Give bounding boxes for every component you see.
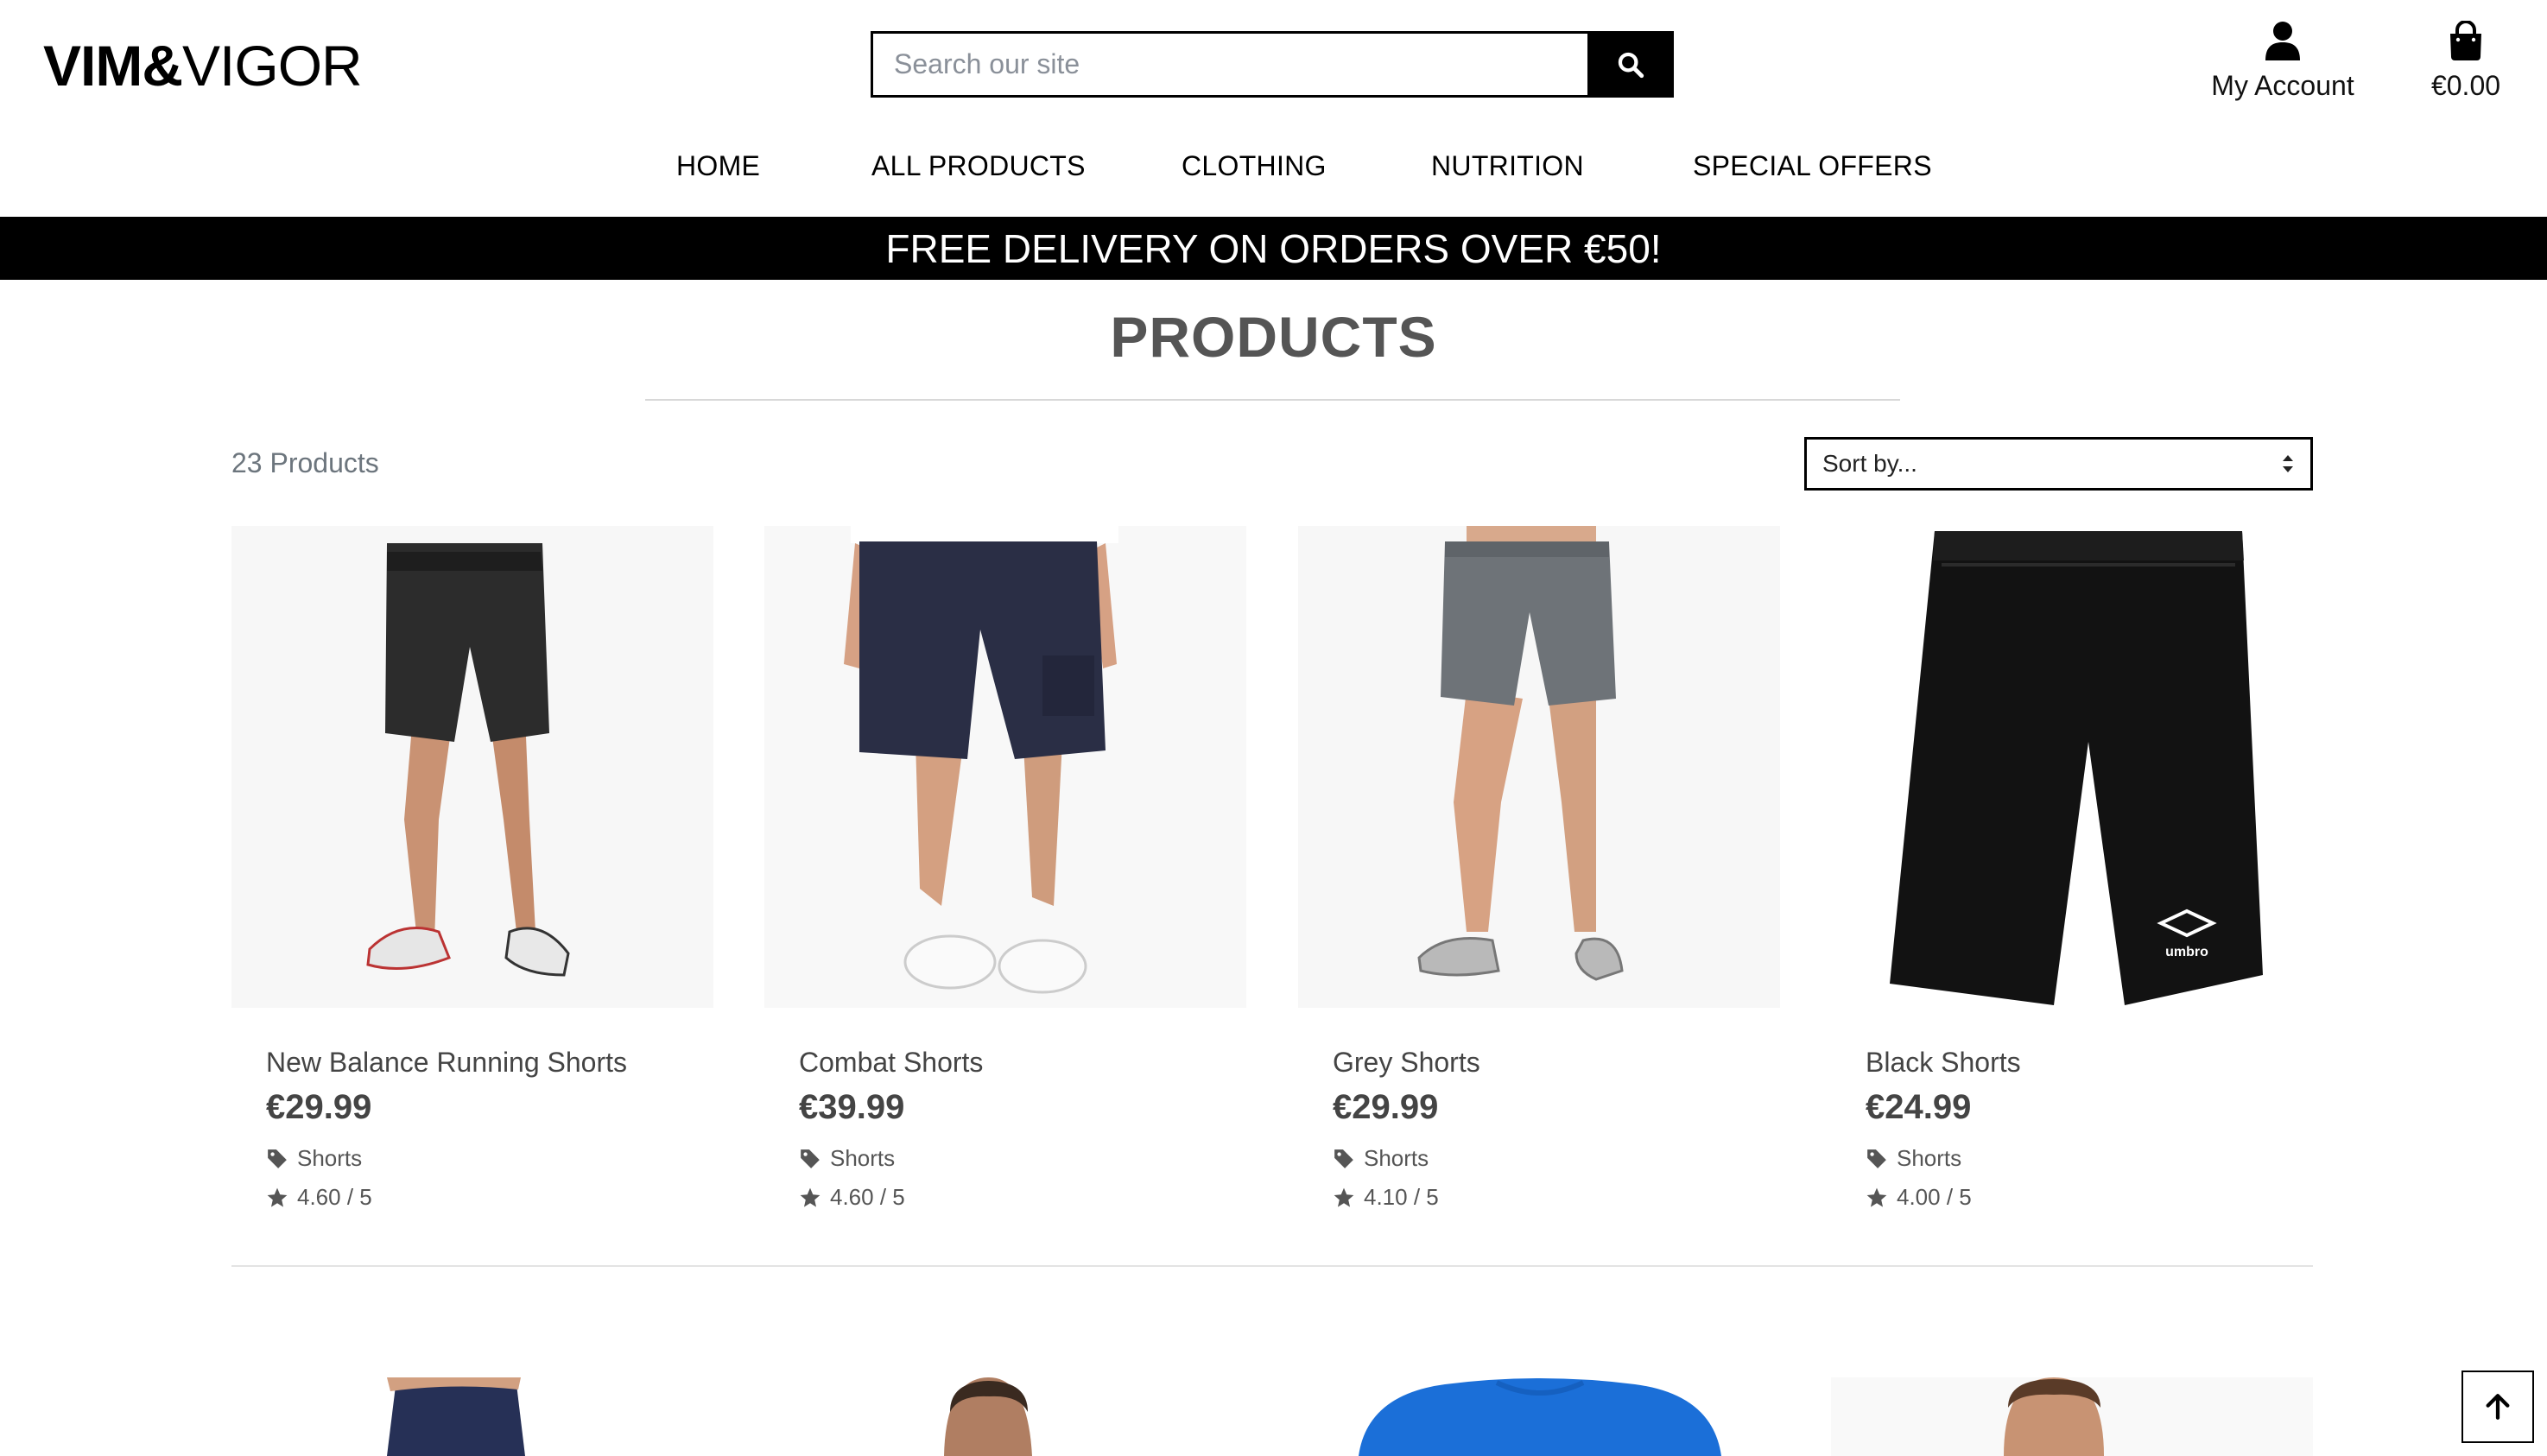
search-form [871, 31, 1674, 98]
product-price: €29.99 [1333, 1088, 1439, 1126]
star-icon [1334, 1187, 1354, 1207]
arrow-up-icon [2486, 1394, 2510, 1420]
product-rating: 4.10 / 5 [1333, 1184, 1439, 1211]
product-card[interactable]: New Balance Running Shorts €29.99 Shorts… [231, 526, 713, 1210]
delivery-banner: FREE DELIVERY ON ORDERS OVER €50! [0, 217, 2547, 280]
rating-value: 4.00 / 5 [1897, 1184, 1972, 1210]
product-name[interactable]: New Balance Running Shorts [266, 1047, 627, 1079]
tag-icon [268, 1149, 287, 1168]
star-icon [1866, 1187, 1887, 1207]
product-category[interactable]: Shorts [799, 1145, 895, 1172]
product-image[interactable] [1298, 526, 1780, 1008]
product-image[interactable] [231, 526, 713, 1008]
search-input[interactable] [871, 31, 1587, 98]
product-image[interactable] [764, 526, 1246, 1008]
tag-icon [1334, 1149, 1353, 1168]
my-account-link[interactable]: My Account [2205, 21, 2360, 102]
category-label: Shorts [1897, 1145, 1962, 1171]
search-icon [1618, 52, 1644, 78]
product-rating: 4.60 / 5 [799, 1184, 905, 1211]
product-category[interactable]: Shorts [1866, 1145, 1961, 1172]
account-label: My Account [2211, 70, 2354, 101]
sort-label: Sort by... [1822, 450, 1917, 477]
shopping-bag-icon [2450, 20, 2481, 60]
star-icon [800, 1187, 820, 1207]
category-label: Shorts [297, 1145, 363, 1171]
star-icon [267, 1187, 288, 1207]
category-label: Shorts [830, 1145, 896, 1171]
product-price: €29.99 [266, 1088, 372, 1126]
product-name[interactable]: Grey Shorts [1333, 1047, 1480, 1079]
logo-bold: VIM& [43, 34, 183, 98]
product-image[interactable] [764, 1377, 1246, 1456]
main-nav: HOME ALL PRODUCTS CLOTHING NUTRITION SPE… [0, 150, 2547, 190]
cart-total: €0.00 [2430, 70, 2501, 101]
product-price: €24.99 [1866, 1088, 1972, 1126]
back-to-top-button[interactable] [2461, 1371, 2534, 1443]
product-card[interactable]: umbro Black Shorts €24.99 Shorts 4.00 / … [1831, 526, 2313, 1210]
category-label: Shorts [1364, 1145, 1429, 1171]
sort-icon [2283, 455, 2293, 472]
product-name[interactable]: Black Shorts [1866, 1047, 2021, 1079]
product-card[interactable]: Grey Shorts €29.99 Shorts 4.10 / 5 [1298, 526, 1780, 1210]
rating-value: 4.10 / 5 [1364, 1184, 1439, 1210]
product-card[interactable]: Combat Shorts €39.99 Shorts 4.60 / 5 [764, 526, 1246, 1210]
nav-all-products[interactable]: ALL PRODUCTS [871, 150, 1086, 182]
cart-link[interactable]: €0.00 [2423, 20, 2509, 102]
rating-value: 4.60 / 5 [830, 1184, 905, 1210]
tag-icon [801, 1149, 820, 1168]
svg-text:umbro: umbro [2165, 945, 2208, 959]
sort-select[interactable]: Sort by... [1804, 437, 2313, 491]
logo-light: VIGOR [182, 34, 363, 98]
nav-nutrition[interactable]: NUTRITION [1431, 150, 1584, 182]
product-category[interactable]: Shorts [1333, 1145, 1429, 1172]
product-image[interactable]: umbro [1831, 526, 2313, 1008]
product-price: €39.99 [799, 1088, 905, 1126]
product-image[interactable] [1298, 1377, 1780, 1456]
site-logo[interactable]: VIM&VIGOR [43, 33, 363, 98]
product-rating: 4.00 / 5 [1866, 1184, 1972, 1211]
product-name[interactable]: Combat Shorts [799, 1047, 983, 1079]
row-divider [231, 1265, 2313, 1267]
product-count: 23 Products [231, 447, 379, 478]
user-icon [2265, 22, 2300, 60]
product-category[interactable]: Shorts [266, 1145, 362, 1172]
title-divider [645, 399, 1900, 401]
product-rating: 4.60 / 5 [266, 1184, 372, 1211]
product-image[interactable] [231, 1377, 713, 1456]
nav-clothing[interactable]: CLOTHING [1182, 150, 1327, 182]
nav-special-offers[interactable]: SPECIAL OFFERS [1693, 150, 1932, 182]
tag-icon [1867, 1149, 1886, 1168]
nav-home[interactable]: HOME [676, 150, 760, 182]
search-button[interactable] [1587, 31, 1674, 98]
product-image[interactable] [1831, 1377, 2313, 1456]
page-title: PRODUCTS [1110, 305, 1437, 369]
rating-value: 4.60 / 5 [297, 1184, 372, 1210]
